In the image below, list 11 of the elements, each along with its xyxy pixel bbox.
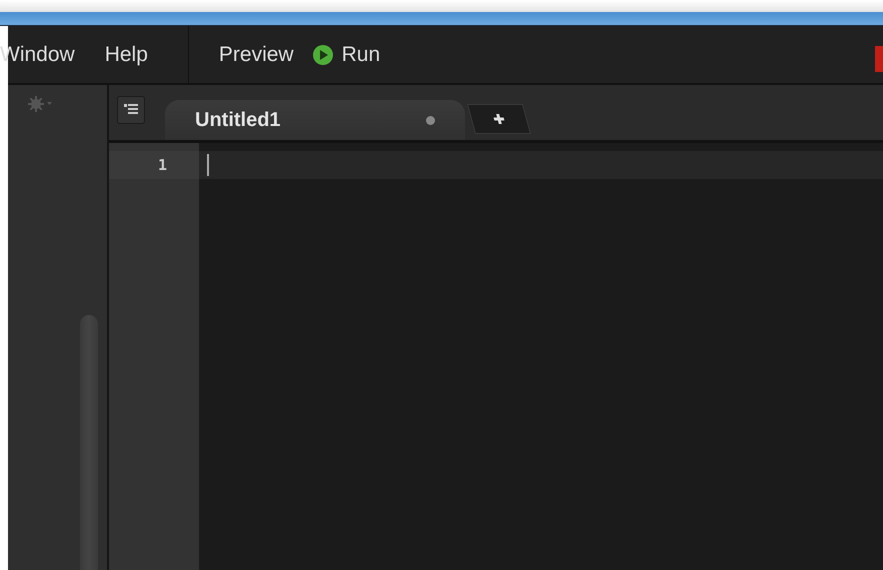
preview-button[interactable]: Preview — [218, 42, 294, 66]
play-icon — [312, 44, 334, 66]
run-button[interactable]: Run — [312, 42, 380, 66]
menu-item[interactable]: Help — [104, 42, 148, 66]
list-icon — [124, 104, 138, 116]
text-cursor — [207, 154, 209, 176]
new-tab-button[interactable] — [466, 104, 532, 134]
settings-icon[interactable] — [27, 95, 53, 113]
line-number: 1 — [109, 151, 199, 179]
file-list-button[interactable] — [117, 96, 145, 124]
file-tab[interactable]: Untitled1 — [165, 100, 465, 140]
